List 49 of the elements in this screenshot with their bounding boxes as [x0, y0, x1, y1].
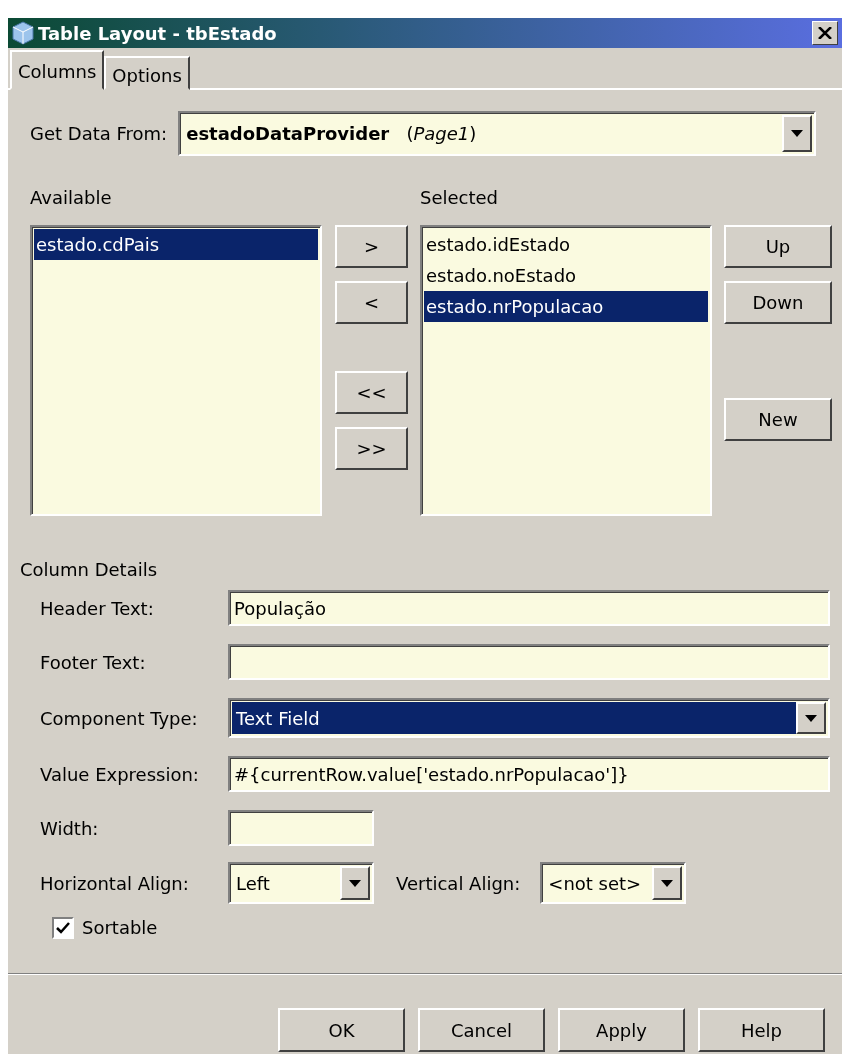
column-list[interactable]: estado.idEstado estado.noEstado estado.nrPopulacao	[420, 225, 712, 516]
dropdown-arrow-icon	[805, 714, 817, 722]
dropdown-arrow-icon	[791, 130, 804, 137]
move-button[interactable]: <	[335, 281, 408, 324]
field-label: Component Type:	[40, 706, 199, 731]
dropdown-arrow-icon	[661, 879, 674, 887]
dialog-button[interactable]: Help	[698, 1008, 825, 1052]
order-button[interactable]: Down	[724, 281, 832, 324]
list-item[interactable]: estado.noEstado	[424, 260, 708, 291]
window-title: Table Layout - tbEstado	[38, 21, 278, 46]
move-button[interactable]: >	[335, 225, 408, 268]
dialog-button[interactable]: OK	[278, 1008, 405, 1052]
cube-icon	[12, 21, 34, 45]
tab[interactable]: Columns	[10, 50, 105, 90]
list-item[interactable]: estado.idEstado	[424, 229, 708, 260]
order-button[interactable]: New	[724, 398, 832, 441]
text-field[interactable]	[228, 644, 830, 680]
align-combo[interactable]: Left	[228, 862, 374, 904]
field-label: Footer Text:	[40, 650, 147, 675]
field-label: Get Data From:	[30, 122, 168, 146]
move-button[interactable]: <<	[335, 371, 408, 414]
order-button[interactable]: Up	[724, 225, 832, 268]
field-label: Vertical Align:	[396, 871, 521, 896]
text-field[interactable]: População	[228, 590, 830, 626]
text-field[interactable]: #{currentRow.value['estado.nrPopulacao']}	[228, 756, 830, 792]
field-label: Header Text:	[40, 596, 155, 621]
section-title: Column Details	[20, 558, 159, 582]
dropdown-arrow-icon	[349, 879, 361, 887]
checkmark-icon	[56, 921, 70, 934]
field-label: Width:	[40, 816, 100, 841]
component-type-combo[interactable]: Text Field	[228, 698, 830, 738]
checkbox[interactable]	[52, 916, 74, 939]
list-item[interactable]: estado.nrPopulacao	[424, 291, 708, 322]
checkbox-label: Sortable	[82, 916, 158, 940]
move-button[interactable]: >>	[335, 427, 408, 470]
text-field[interactable]	[228, 810, 374, 846]
close-icon	[818, 27, 832, 39]
field-label: Value Expression:	[40, 762, 200, 787]
close-button[interactable]	[812, 21, 838, 45]
dialog-button[interactable]: Apply	[558, 1008, 685, 1052]
align-combo[interactable]: <not set>	[540, 862, 687, 904]
column-list[interactable]: estado.cdPais	[30, 225, 322, 516]
field-label: Horizontal Align:	[40, 871, 190, 896]
data-provider-combo[interactable]: estadoDataProvider (Page1)	[178, 111, 817, 156]
list-label: Selected	[420, 186, 500, 210]
list-item[interactable]: estado.cdPais	[34, 229, 318, 260]
list-label: Available	[30, 186, 113, 210]
dialog-button[interactable]: Cancel	[418, 1008, 545, 1052]
tab[interactable]: Options	[104, 56, 190, 90]
